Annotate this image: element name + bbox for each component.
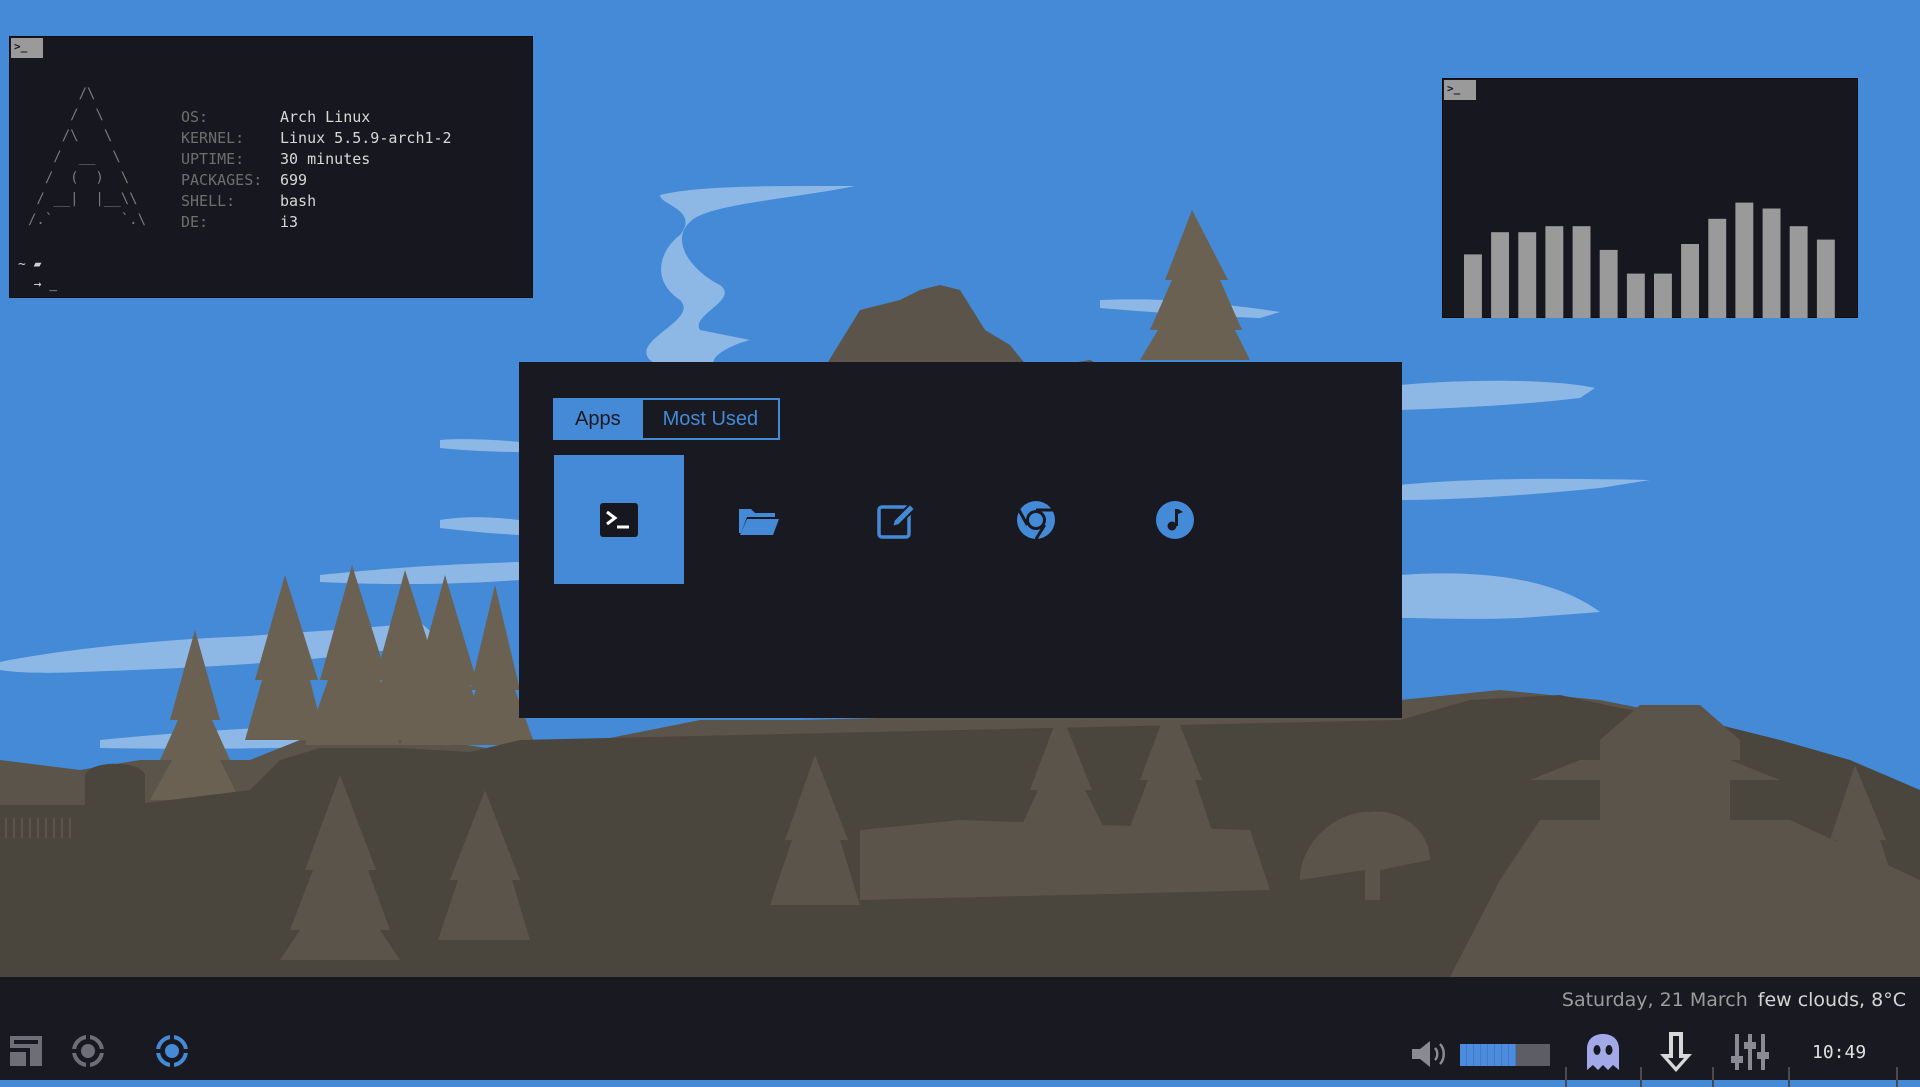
info-value: 30 minutes (280, 150, 371, 168)
visualizer-bars (1464, 202, 1835, 318)
panel-separator (1640, 1067, 1642, 1087)
info-value: Arch Linux (280, 108, 371, 126)
app-text-editor[interactable] (832, 455, 962, 584)
music-icon (1156, 500, 1194, 539)
panel-separator (1896, 1067, 1898, 1087)
neofetch-terminal-window[interactable]: >_ /\ / \ /\ \ / __ \ / ( ) \ / __| |__\… (9, 36, 533, 298)
info-row-packages: PACKAGES: 699 (181, 170, 452, 191)
shell-prompt[interactable]: ~ ▰ → _ (18, 255, 57, 295)
info-row-os: OS: Arch Linux (181, 107, 452, 128)
chrome-icon (1017, 500, 1055, 540)
info-row-de: DE: i3 (181, 212, 452, 233)
terminal-prompt-icon: >_ (1444, 80, 1476, 100)
visualizer-bar (1681, 244, 1699, 318)
info-value: Linux 5.5.9-arch1-2 (280, 129, 452, 147)
app-launcher: Apps Most Used (519, 362, 1402, 718)
info-key: OS: (181, 108, 209, 126)
arch-logo-ascii: /\ / \ /\ \ / __ \ / ( ) \ / __| |__\\ /… (28, 86, 147, 228)
clock[interactable]: 10:49 (1812, 1042, 1866, 1063)
volume-slider-track (1515, 1044, 1550, 1066)
ghost-icon[interactable] (1584, 1032, 1622, 1072)
visualizer-bar (1816, 239, 1835, 318)
terminal-prompt-icon: >_ (11, 38, 43, 58)
download-icon[interactable] (1658, 1030, 1694, 1074)
info-row-uptime: UPTIME: 30 minutes (181, 149, 452, 170)
visualizer-bar (1491, 232, 1509, 318)
folder-icon (739, 508, 779, 535)
visualizer-bar (1572, 226, 1591, 318)
info-value: 699 (280, 171, 308, 189)
visualizer-bar (1545, 226, 1564, 318)
app-terminal[interactable] (554, 455, 684, 584)
prompt-cursor-line: → _ (18, 277, 58, 292)
mixer-icon[interactable] (1730, 1032, 1770, 1072)
app-music[interactable] (1110, 455, 1240, 584)
info-value: i3 (280, 213, 299, 231)
visualizer-bar (1708, 218, 1727, 318)
date-weather: Saturday, 21 March few clouds, 8°C (1562, 989, 1906, 1011)
tab-most-used[interactable]: Most Used (642, 398, 781, 440)
app-files[interactable] (693, 455, 823, 584)
active-workspace-icon[interactable] (154, 1034, 190, 1068)
volume-icon[interactable] (1410, 1038, 1450, 1070)
visualizer-bar (1626, 273, 1645, 318)
info-row-kernel: KERNEL: Linux 5.5.9-arch1-2 (181, 128, 452, 149)
info-key: DE: (181, 213, 209, 231)
visualizer-bar (1599, 249, 1618, 318)
panel-separator (1788, 1067, 1790, 1087)
launcher-tabs: Apps Most Used (553, 398, 781, 440)
visualizer-bar (1654, 273, 1672, 318)
edit-icon (877, 502, 917, 539)
info-key: SHELL: (181, 192, 236, 210)
volume-slider[interactable] (1460, 1044, 1550, 1066)
date-label: Saturday, 21 March (1561, 989, 1748, 1011)
app-chrome[interactable] (971, 455, 1101, 584)
volume-slider-fill (1460, 1044, 1516, 1066)
visualizer-bar (1464, 254, 1482, 318)
layout-icon[interactable] (8, 1034, 44, 1068)
info-row-shell: SHELL: bash (181, 191, 452, 212)
info-key: PACKAGES: (181, 171, 263, 189)
info-key: KERNEL: (181, 129, 245, 147)
visualizer-bar (1735, 202, 1754, 318)
system-info: OS: Arch Linux KERNEL: Linux 5.5.9-arch1-2… (181, 107, 452, 233)
info-key: UPTIME: (181, 150, 245, 168)
tab-apps[interactable]: Apps (553, 398, 643, 440)
terminal-icon (600, 502, 638, 537)
panel-separator (1712, 1067, 1714, 1087)
bottom-panel: Saturday, 21 March few clouds, 8°C (0, 977, 1920, 1080)
visualizer-bar (1518, 232, 1537, 318)
prompt-line: ~ ▰ (18, 257, 42, 272)
panel-separator (1565, 1067, 1567, 1087)
visualizer-bar (1789, 226, 1808, 318)
app-grid (554, 455, 1249, 584)
workspace-icon[interactable] (70, 1034, 106, 1068)
info-value: bash (280, 192, 317, 210)
weather-label: few clouds, 8°C (1757, 989, 1906, 1011)
visualizer-bar (1762, 208, 1781, 318)
